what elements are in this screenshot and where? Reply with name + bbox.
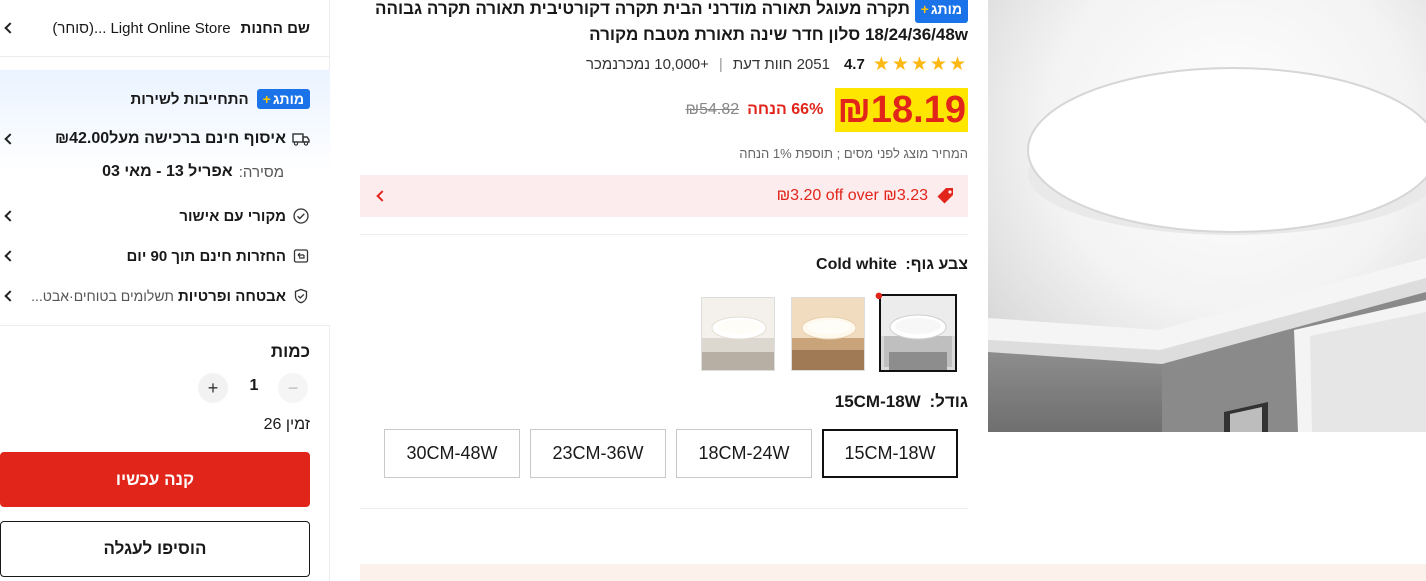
size-label-row: גודל: 15CM-18W [358, 392, 968, 412]
original-price: ₪54.82 [685, 101, 740, 118]
chevron-left-icon [376, 190, 388, 202]
store-label: שם החנות [240, 19, 310, 37]
product-main-image[interactable] [988, 0, 1426, 432]
security-text: אבטחה ופרטיות [177, 287, 286, 305]
size-option-18cm[interactable]: 18CM-24W [676, 429, 812, 478]
sold-count: +10,000 נמכרנמכר [586, 55, 709, 73]
store-row[interactable]: שם החנות Light Online Store ...(סוחר) [0, 16, 310, 40]
coupon-bar[interactable]: ₪3.20 off over ₪3.23 [360, 175, 968, 217]
reviews-count[interactable]: 2051 חוות דעת [733, 56, 830, 73]
quantity-label: כמות [270, 342, 310, 361]
returns-text: החזרות חינם תוך 90 יום [126, 247, 286, 265]
security-row[interactable]: אבטחה ופרטיות תשלומים בטוחים·אבט... [0, 285, 310, 307]
color-option-cold-white[interactable] [879, 294, 957, 372]
size-option-30cm[interactable]: 30CM-48W [384, 429, 520, 478]
eta-value: אפריל 13 - מאי 03 [102, 163, 233, 180]
color-label-row: צבע גוף: Cold white [358, 256, 968, 274]
rating-value: 4.7 [843, 55, 865, 73]
discount-text: 66% הנחה [747, 101, 824, 118]
lamp-thumbnail [792, 298, 864, 370]
buy-now-button[interactable]: קנה עכשיו [0, 452, 310, 507]
authentic-row[interactable]: מקורי עם אישור [0, 205, 310, 227]
tax-note: המחיר מוצג לפני מסים ; תוספת 1% הנחה [739, 146, 968, 161]
truck-icon [292, 130, 310, 148]
delivery-row[interactable]: איסוף חינם ברכישה מעל₪42.00 [0, 128, 310, 150]
lamp-thumbnail [702, 298, 774, 370]
chevron-left-icon [4, 22, 16, 34]
check-circle-icon [292, 207, 310, 225]
size-label: גודל: [929, 392, 968, 411]
color-value: Cold white [816, 256, 897, 273]
star-rating-icon: ★★★★★ [872, 53, 968, 75]
coupon-text: ₪3.20 off over ₪3.23 [776, 187, 928, 204]
shield-icon [292, 287, 310, 305]
returns-row[interactable]: החזרות חינם תוך 90 יום [0, 245, 310, 267]
decrement-button[interactable]: − [278, 373, 308, 403]
divider [360, 508, 968, 509]
lamp-thumbnail [881, 296, 955, 370]
separator: | [718, 55, 723, 73]
eta-row: מסירה: אפריל 13 - מאי 03 [0, 162, 310, 182]
ceiling-lamp-photo [988, 0, 1426, 432]
hot-flame-icon: ⚫ [873, 288, 885, 304]
title-line-1: תקרה מעוגל תאורה מודרני הבית תקרה דקורטי… [374, 0, 910, 18]
divider [360, 234, 968, 235]
add-to-cart-button[interactable]: הוסיפו לעגלה [0, 521, 310, 577]
product-info: מותג + תקרה מעוגל תאורה מודרני הבית תקרה … [358, 0, 1426, 581]
chevron-left-icon [4, 290, 16, 302]
store-suffix: ...(סוחר) [52, 19, 107, 37]
delivery-text: איסוף חינם ברכישה מעל₪42.00 [54, 130, 286, 147]
price-row: ₪18.19 66% הנחה ₪54.82 [358, 88, 968, 132]
chevron-left-icon [4, 133, 16, 145]
color-label: צבע גוף: [905, 256, 968, 273]
choice-badge: מותג + [256, 89, 310, 109]
service-header: מותג + התחייבות לשירות [0, 86, 310, 112]
buy-box: שם החנות Light Online Store ...(סוחר) מו… [0, 0, 330, 581]
product-title: מותג + תקרה מעוגל תאורה מודרני הבית תקרה … [358, 0, 968, 46]
stock-text: 26 זמין [263, 416, 310, 433]
return-icon [292, 247, 310, 265]
coupon-tag-icon [936, 186, 956, 206]
chevron-left-icon [4, 250, 16, 262]
increment-button[interactable]: + [198, 373, 228, 403]
eta-label: מסירה: [238, 163, 284, 181]
quantity-stepper: + 1 − [198, 372, 310, 404]
color-option-neutral[interactable] [701, 297, 775, 371]
chevron-left-icon [4, 210, 16, 222]
size-value: 15CM-18W [834, 392, 921, 411]
authentic-text: מקורי עם אישור [179, 207, 286, 225]
promo-strip [360, 564, 1426, 581]
quantity-value[interactable]: 1 [238, 377, 270, 395]
store-name[interactable]: Light Online Store [110, 20, 230, 37]
size-option-15cm[interactable]: 15CM-18W [822, 429, 958, 478]
choice-badge: מותג + [914, 0, 968, 23]
divider [0, 325, 330, 326]
security-subtext: תשלומים בטוחים·אבט... [31, 288, 174, 304]
price: ₪18.19 [835, 88, 968, 132]
rating-row: ★★★★★ 4.7 2051 חוות דעת | +10,000 נמכרנמ… [358, 53, 968, 75]
color-option-warm[interactable] [791, 297, 865, 371]
title-line-2: 18/24/36/48w סלון חדר שינה תאורת מטבח מק… [589, 25, 968, 44]
service-title: התחייבות לשירות [130, 90, 249, 108]
size-option-23cm[interactable]: 23CM-36W [530, 429, 666, 478]
divider [0, 56, 330, 57]
